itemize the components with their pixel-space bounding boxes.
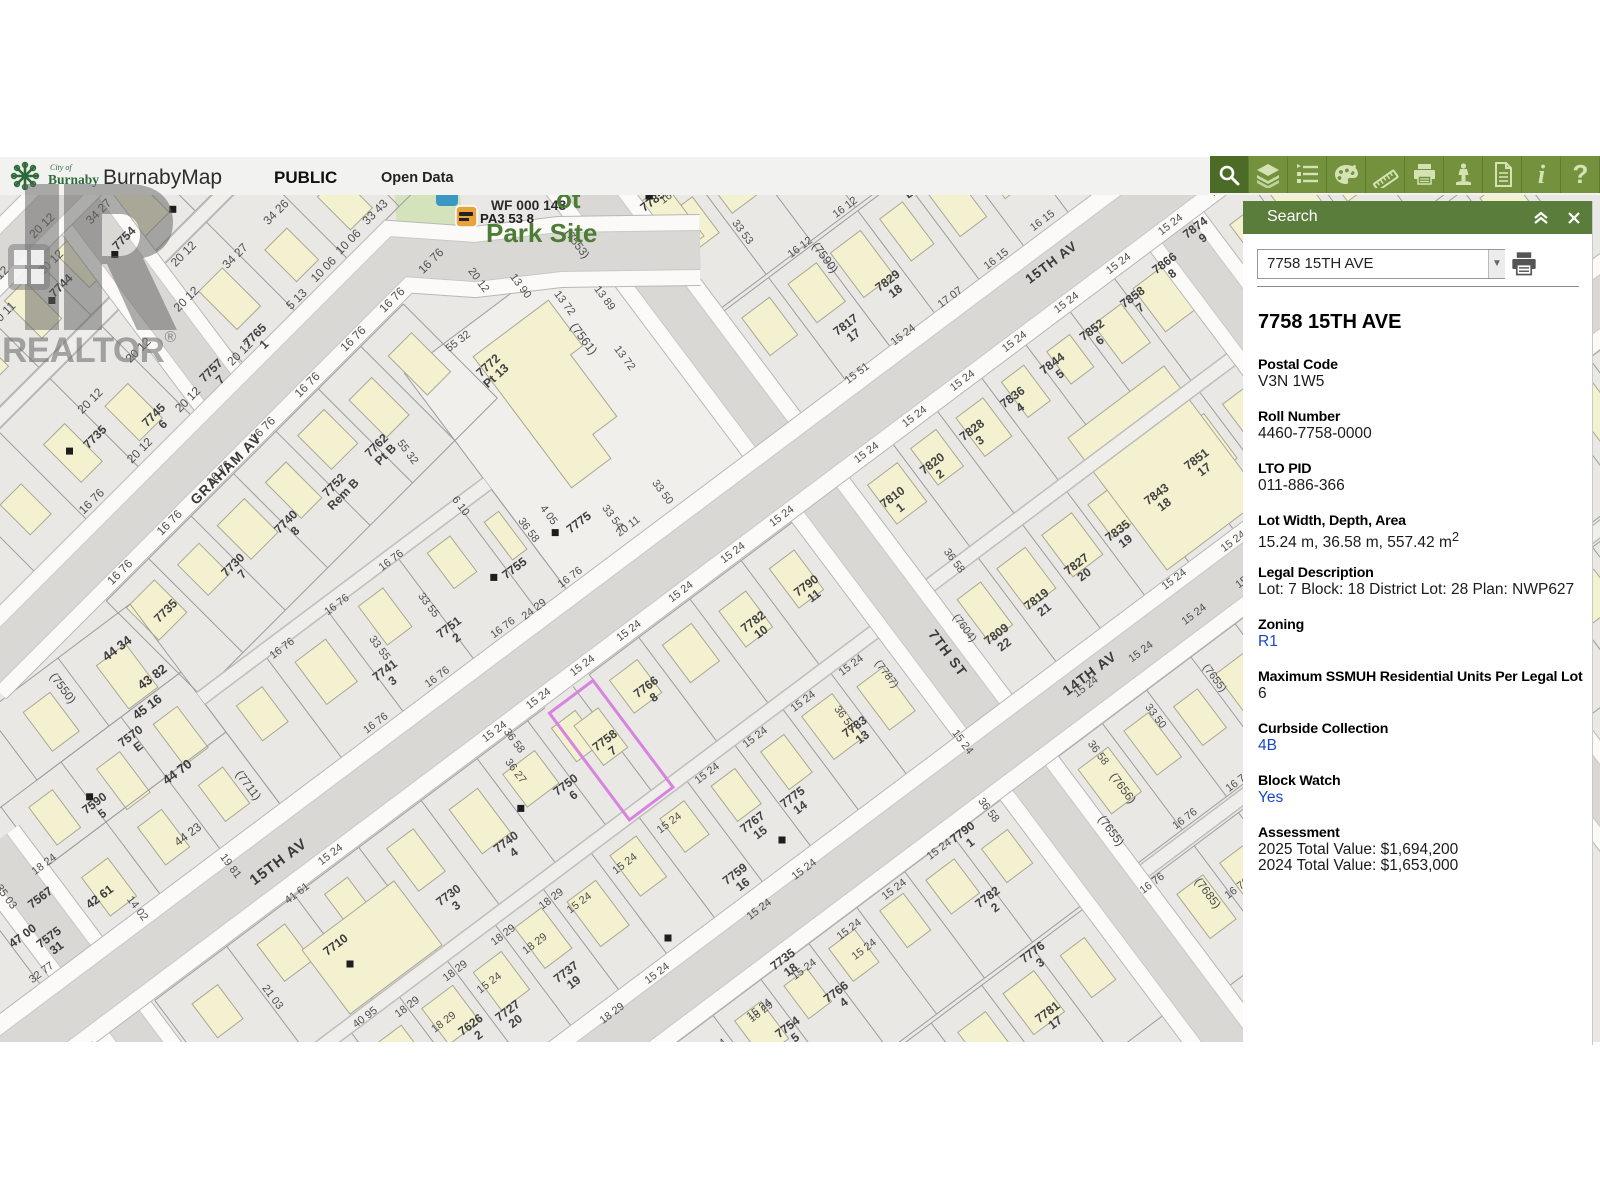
svg-text:City of: City of <box>50 163 73 172</box>
svg-text:i: i <box>1537 161 1545 188</box>
svg-text:?: ? <box>1572 161 1588 188</box>
svg-text:ot: ot <box>556 195 581 214</box>
svg-text:Park Site: Park Site <box>486 218 597 248</box>
